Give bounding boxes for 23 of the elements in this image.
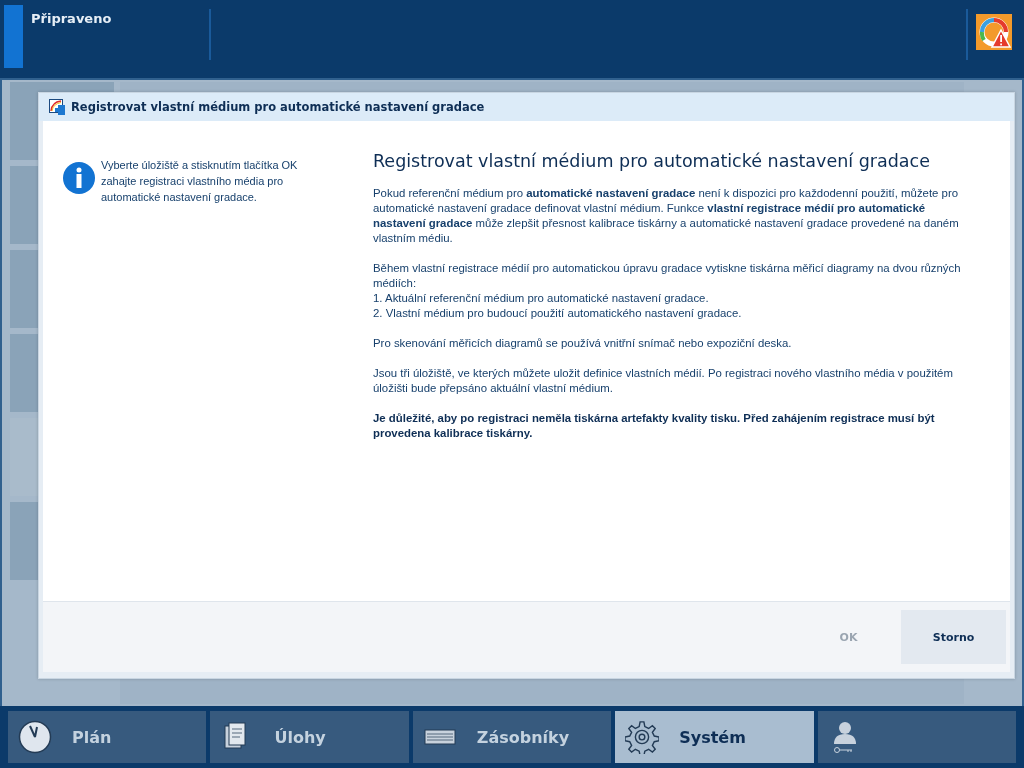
nav-tab[interactable] (817, 711, 1017, 763)
nav-tab[interactable]: Zásobníky (412, 711, 612, 763)
description-paragraph: Pro skenování měřicích diagramů se používá vnitřní snímač nebo expoziční deska. (373, 336, 793, 351)
dialog-heading: Registrovat vlastní médium pro automatické nastavení gradace (373, 151, 931, 171)
cancel-button[interactable]: Storno (901, 610, 1006, 664)
clock-icon (18, 720, 52, 754)
instruction-text: Vyberte úložiště a stisknutím tlačítka OK zahajte registraci vlastního média pro automatické nastavení gradace. (101, 158, 299, 205)
description-paragraph: Pokud referenční médium pro automatické nastavení gradace není k dispozici pro každodenní použití, můžete pro automatické nastavení gradace definovat vlastní médium. Funkce vlastní registrace médií pro automatické nastavení gradace může zlepšit přesnost kalibrace tiskárny a automatické nastavení gradace provedené na daném vlastním médiu. (373, 186, 960, 246)
status-gauge-warning-icon[interactable] (976, 14, 1012, 50)
warning-text: Je důležité, aby po registraci neměla tiskárna artefakty kvality tisku. Před zahájením registrace musí být provedena kalibrace tiskárny. (373, 411, 936, 441)
description-paragraph: Jsou tři úložiště, ve kterých můžete uložit definice vlastních médií. Po registraci nového vlastního média v použitém úložišti bude přepsáno aktuální vlastní médium. (373, 366, 954, 396)
description-line: 1. Aktuální referenční médium pro automatické nastavení gradace. (373, 291, 710, 306)
description-paragraph: 2. Vlastní médium pro budoucí použití automatického nastavení gradace. (373, 306, 743, 321)
description-line: Během vlastní registrace médií pro automatickou úpravu gradace vytiskne tiskárna měřicí diagramy na dvou různých médiích: (373, 261, 962, 291)
gradient-plus-icon (49, 99, 65, 115)
dialog-title: Registrovat vlastní médium pro automatické nastavení gradace (71, 100, 485, 114)
printer-status: Připraveno (30, 10, 113, 28)
nav-tab[interactable]: Systém (615, 711, 814, 763)
nav-tab[interactable]: Úlohy (210, 711, 409, 763)
settings-icon (625, 720, 660, 754)
info-icon (63, 162, 95, 194)
status-accent (4, 5, 23, 68)
nav-tab[interactable]: Plán (8, 711, 207, 763)
